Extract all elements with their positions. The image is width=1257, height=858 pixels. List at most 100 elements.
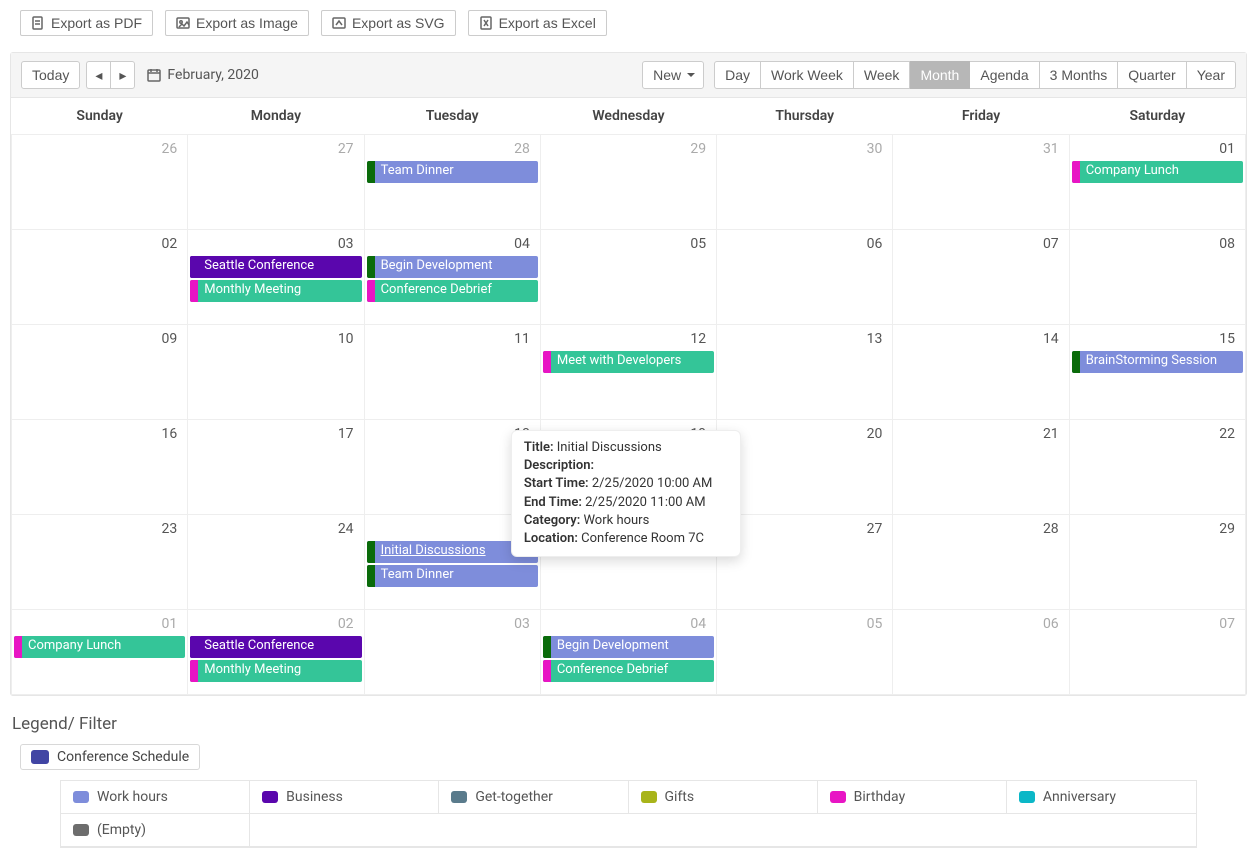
view-year[interactable]: Year: [1187, 61, 1236, 89]
category-stripe: [1072, 351, 1080, 373]
category-stripe: [367, 280, 375, 302]
day-cell[interactable]: 27: [188, 135, 364, 230]
category-stripe: [543, 660, 551, 682]
view-quarter[interactable]: Quarter: [1118, 61, 1186, 89]
day-cell[interactable]: 06: [717, 230, 893, 325]
day-cell[interactable]: 05: [717, 610, 893, 695]
day-cell[interactable]: 14: [893, 325, 1069, 420]
event-seattle-conference[interactable]: Seattle Conference: [190, 256, 361, 278]
event-team-dinner[interactable]: Team Dinner: [367, 565, 538, 587]
displayed-period-text: February, 2020: [167, 67, 258, 83]
col-tue: Tuesday: [364, 98, 540, 135]
day-cell[interactable]: 08: [1069, 230, 1245, 325]
prev-button[interactable]: ◂: [86, 61, 110, 89]
calendar-toolbar: Today ◂ ▸ February, 2020 New Day Work We…: [11, 53, 1246, 98]
event-begin-development[interactable]: Begin Development: [543, 636, 714, 658]
day-cell[interactable]: 24: [188, 515, 364, 610]
day-cell[interactable]: 28: [893, 515, 1069, 610]
day-cell[interactable]: 29: [1069, 515, 1245, 610]
new-button[interactable]: New: [642, 61, 704, 89]
category-stripe: [190, 636, 198, 658]
legend-business[interactable]: Business: [250, 781, 439, 814]
displayed-period[interactable]: February, 2020: [147, 67, 258, 83]
day-cell[interactable]: 27: [717, 515, 893, 610]
day-cell[interactable]: 10: [188, 325, 364, 420]
legend-conference-schedule[interactable]: Conference Schedule: [20, 744, 200, 770]
day-cell[interactable]: 11: [364, 325, 540, 420]
day-cell[interactable]: 21: [893, 420, 1069, 515]
day-cell[interactable]: 15 BrainStorming Session: [1069, 325, 1245, 420]
day-cell[interactable]: 01 Company Lunch: [1069, 135, 1245, 230]
export-image-label: Export as Image: [196, 15, 298, 31]
day-cell[interactable]: 09: [12, 325, 188, 420]
event-meet-developers[interactable]: Meet with Developers: [543, 351, 714, 373]
day-cell[interactable]: 02 Seattle Conference Monthly Meeting: [188, 610, 364, 695]
day-cell[interactable]: 20: [717, 420, 893, 515]
view-agenda[interactable]: Agenda: [970, 61, 1039, 89]
day-cell[interactable]: 03: [364, 610, 540, 695]
day-cell[interactable]: 07: [1069, 610, 1245, 695]
event-team-dinner[interactable]: Team Dinner: [367, 161, 538, 183]
event-monthly-meeting[interactable]: Monthly Meeting: [190, 660, 361, 682]
legend-anniversary[interactable]: Anniversary: [1007, 781, 1196, 814]
legend-empty[interactable]: (Empty): [61, 814, 250, 847]
event-monthly-meeting[interactable]: Monthly Meeting: [190, 280, 361, 302]
view-three-months[interactable]: 3 Months: [1040, 61, 1119, 89]
new-label: New: [653, 67, 681, 83]
swatch-icon: [830, 791, 846, 803]
legend-birthday[interactable]: Birthday: [818, 781, 1007, 814]
swatch-icon: [73, 791, 89, 803]
day-cell[interactable]: 28 Team Dinner: [364, 135, 540, 230]
event-seattle-conference[interactable]: Seattle Conference: [190, 636, 361, 658]
day-cell[interactable]: 02: [12, 230, 188, 325]
event-brainstorming[interactable]: BrainStorming Session: [1072, 351, 1243, 373]
view-work-week[interactable]: Work Week: [761, 61, 854, 89]
event-company-lunch[interactable]: Company Lunch: [14, 636, 185, 658]
export-pdf-button[interactable]: Export as PDF: [20, 10, 153, 36]
day-cell[interactable]: 03 Seattle Conference Monthly Meeting: [188, 230, 364, 325]
day-cell[interactable]: 22: [1069, 420, 1245, 515]
event-company-lunch[interactable]: Company Lunch: [1072, 161, 1243, 183]
day-cell[interactable]: 06: [893, 610, 1069, 695]
event-tooltip: Title: Initial Discussions Description: …: [511, 430, 741, 557]
day-cell[interactable]: 16: [12, 420, 188, 515]
category-stripe: [367, 541, 375, 563]
legend-work-hours[interactable]: Work hours: [61, 781, 250, 814]
today-button[interactable]: Today: [21, 61, 80, 89]
next-button[interactable]: ▸: [110, 61, 135, 89]
day-cell[interactable]: 01 Company Lunch: [12, 610, 188, 695]
legend-get-together[interactable]: Get-together: [439, 781, 628, 814]
day-cell[interactable]: 29: [540, 135, 716, 230]
day-cell[interactable]: 12 Meet with Developers: [540, 325, 716, 420]
legend-gifts[interactable]: Gifts: [629, 781, 818, 814]
day-cell[interactable]: 17: [188, 420, 364, 515]
export-svg-button[interactable]: Export as SVG: [321, 10, 456, 36]
day-cell[interactable]: 19 w York Conference Title: Initial Disc…: [540, 420, 716, 515]
swatch-icon: [641, 791, 657, 803]
view-switch: Day Work Week Week Month Agenda 3 Months…: [714, 61, 1236, 89]
category-stripe: [543, 351, 551, 373]
view-day[interactable]: Day: [714, 61, 761, 89]
col-sun: Sunday: [12, 98, 188, 135]
view-month[interactable]: Month: [910, 61, 970, 89]
event-conference-debrief[interactable]: Conference Debrief: [543, 660, 714, 682]
view-week[interactable]: Week: [854, 61, 911, 89]
day-cell[interactable]: 04 Begin Development Conference Debrief: [364, 230, 540, 325]
category-stripe: [1072, 161, 1080, 183]
day-cell[interactable]: 30: [717, 135, 893, 230]
export-excel-button[interactable]: Export as Excel: [468, 10, 607, 36]
day-cell[interactable]: 23: [12, 515, 188, 610]
day-cell[interactable]: 13: [717, 325, 893, 420]
swatch-icon: [262, 791, 278, 803]
col-fri: Friday: [893, 98, 1069, 135]
event-conference-debrief[interactable]: Conference Debrief: [367, 280, 538, 302]
day-cell[interactable]: 26: [12, 135, 188, 230]
event-begin-development[interactable]: Begin Development: [367, 256, 538, 278]
category-stripe: [190, 256, 198, 278]
legend-grid: Work hours Business Get-together Gifts B…: [60, 780, 1197, 848]
export-image-button[interactable]: Export as Image: [165, 10, 309, 36]
day-cell[interactable]: 07: [893, 230, 1069, 325]
day-cell[interactable]: 04 Begin Development Conference Debrief: [540, 610, 716, 695]
day-cell[interactable]: 05: [540, 230, 716, 325]
day-cell[interactable]: 31: [893, 135, 1069, 230]
